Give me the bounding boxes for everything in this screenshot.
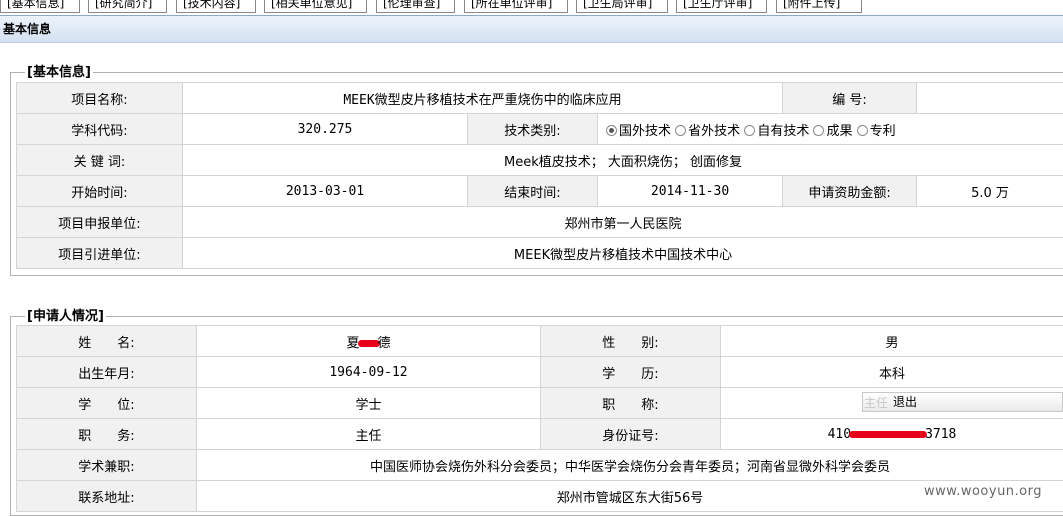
applicant-table: 姓 名: 夏德 性 别: 男 出生年月: 1964-09-12 学 历: 本科 … [16, 325, 1063, 512]
tab-bar: [基本信息] [研究简介] [技术内容] [相关单位意见] [伦理审查] [所在… [0, 0, 1063, 16]
applicant-unit-label: 项目申报单位: [17, 207, 183, 238]
basic-info-legend: [基本信息] [25, 64, 93, 81]
radio-achievement[interactable]: 成果 [813, 124, 852, 139]
row-source-unit: 项目引进单位: MEEK微型皮片移植技术中国技术中心 [17, 238, 1063, 269]
birth-label: 出生年月: [17, 357, 197, 388]
parttime-label: 学术兼职: [17, 450, 197, 481]
row-name: 姓 名: 夏德 性 别: 男 [17, 326, 1063, 357]
parttime-value: 中国医师协会烧伤外科分会委员；中华医学会烧伤分会青年委员；河南省显微外科学会委员 [197, 450, 1063, 481]
section-header: 基本信息 [0, 16, 1063, 43]
tab-attachment-upload[interactable]: [附件上传] [776, 0, 862, 13]
funding-value: 5.0 万 [917, 176, 1063, 207]
degree-label: 学 位: [17, 388, 197, 419]
name-label: 姓 名: [17, 326, 197, 357]
tab-related-opinions[interactable]: [相关单位意见] [264, 0, 367, 13]
tech-type-label: 技术类别: [468, 114, 598, 145]
tab-basic-info[interactable]: [基本信息] [0, 0, 80, 13]
gender-label: 性 别: [541, 326, 721, 357]
end-value: 2014-11-30 [598, 176, 783, 207]
row-subject-code: 学科代码: 320.275 技术类别: 国外技术 省外技术 自有技术 成果 专利 [17, 114, 1063, 145]
radio-unchecked-icon [813, 125, 824, 136]
basic-info-table: 项目名称: MEEK微型皮片移植技术在严重烧伤中的临床应用 编 号: 学科代码:… [16, 82, 1063, 269]
radio-out-of-province-tech[interactable]: 省外技术 [675, 124, 740, 139]
applicant-unit-value: 郑州市第一人民医院 [183, 207, 1063, 238]
row-birth: 出生年月: 1964-09-12 学 历: 本科 [17, 357, 1063, 388]
start-label: 开始时间: [17, 176, 183, 207]
row-address: 联系地址: 郑州市管城区东大街56号 [17, 481, 1063, 512]
address-label: 联系地址: [17, 481, 197, 512]
tab-tech-content[interactable]: [技术内容] [176, 0, 256, 13]
row-parttime: 学术兼职: 中国医师协会烧伤外科分会委员；中华医学会烧伤分会青年委员；河南省显微… [17, 450, 1063, 481]
source-unit-value: MEEK微型皮片移植技术中国技术中心 [183, 238, 1063, 269]
radio-patent[interactable]: 专利 [857, 124, 896, 139]
id-value: 4103718 [721, 419, 1063, 450]
radio-unchecked-icon [675, 125, 686, 136]
project-name-label: 项目名称: [17, 83, 183, 114]
end-label: 结束时间: [468, 176, 598, 207]
row-applicant-unit: 项目申报单位: 郑州市第一人民医院 [17, 207, 1063, 238]
keywords-value: Meek植皮技术； 大面积烧伤； 创面修复 [183, 145, 1063, 176]
watermark: www.wooyun.org [924, 484, 1042, 499]
title-partial-text: 主任 [864, 394, 888, 412]
tab-ethics-review[interactable]: [伦理审查] [376, 0, 455, 13]
tab-health-bureau-review[interactable]: [卫生局评审] [576, 0, 668, 13]
tech-type-radios: 国外技术 省外技术 自有技术 成果 专利 [598, 114, 1063, 145]
radio-unchecked-icon [857, 125, 868, 136]
row-dates: 开始时间: 2013-03-01 结束时间: 2014-11-30 申请资助金额… [17, 176, 1063, 207]
degree-value: 学士 [197, 388, 541, 419]
number-label: 编 号: [783, 83, 917, 114]
id-label: 身份证号: [541, 419, 721, 450]
name-value: 夏德 [197, 326, 541, 357]
duty-label: 职 务: [17, 419, 197, 450]
radio-foreign-tech[interactable]: 国外技术 [606, 124, 671, 139]
education-value: 本科 [721, 357, 1063, 388]
row-keywords: 关 键 词: Meek植皮技术； 大面积烧伤； 创面修复 [17, 145, 1063, 176]
row-project-name: 项目名称: MEEK微型皮片移植技术在严重烧伤中的临床应用 编 号: [17, 83, 1063, 114]
education-label: 学 历: [541, 357, 721, 388]
funding-label: 申请资助金额: [783, 176, 917, 207]
birth-value: 1964-09-12 [197, 357, 541, 388]
redaction-mark [358, 340, 380, 347]
duty-value: 主任 [197, 419, 541, 450]
redaction-mark [849, 431, 927, 438]
source-unit-label: 项目引进单位: [17, 238, 183, 269]
radio-unchecked-icon [744, 125, 755, 136]
number-value [917, 83, 1063, 114]
row-duty: 职 务: 主任 身份证号: 4103718 [17, 419, 1063, 450]
keywords-label: 关 键 词: [17, 145, 183, 176]
quit-menu-item[interactable]: 退出 [893, 393, 917, 411]
subject-code-value: 320.275 [183, 114, 468, 145]
title-label: 职 称: [541, 388, 721, 419]
tab-research-intro[interactable]: [研究简介] [88, 0, 167, 13]
tab-health-dept-review[interactable]: [卫生厅评审] [676, 0, 767, 13]
gender-value: 男 [721, 326, 1063, 357]
context-popup: 主任 退出 [862, 392, 1063, 412]
tab-unit-review[interactable]: [所在单位评审] [464, 0, 568, 13]
start-value: 2013-03-01 [183, 176, 468, 207]
applicant-legend: [申请人情况] [25, 308, 106, 325]
radio-own-tech[interactable]: 自有技术 [744, 124, 809, 139]
subject-code-label: 学科代码: [17, 114, 183, 145]
radio-checked-icon [606, 125, 617, 136]
project-name-value: MEEK微型皮片移植技术在严重烧伤中的临床应用 [183, 83, 783, 114]
